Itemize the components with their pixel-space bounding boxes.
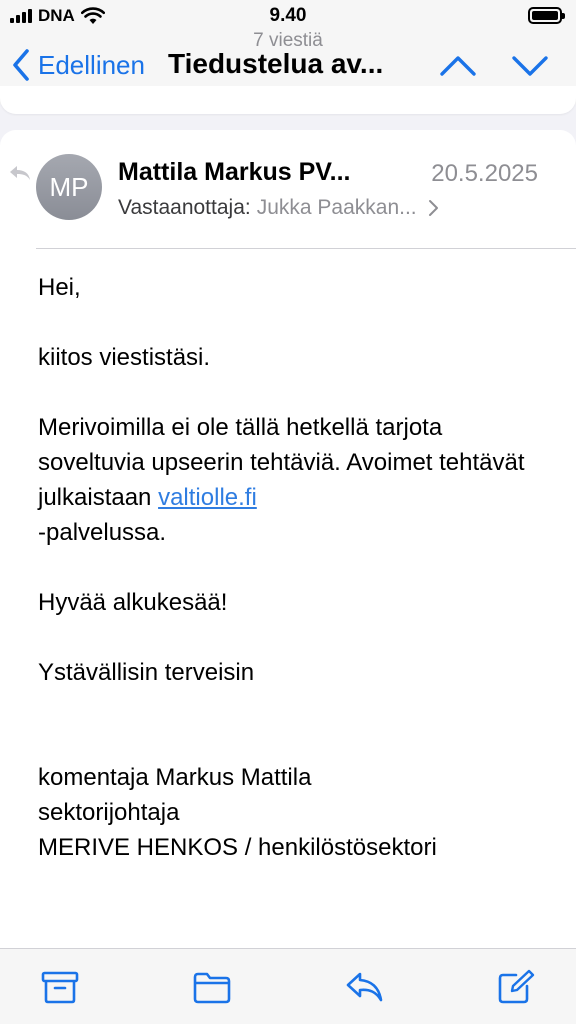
main-paragraph: Merivoimilla ei ole tällä hetkellä tarjo… xyxy=(38,410,538,550)
main-paragraph-end: -palvelussa. xyxy=(38,519,167,546)
folder-icon[interactable] xyxy=(192,969,232,1005)
message-date: 20.5.2025 xyxy=(431,160,538,187)
bottom-toolbar xyxy=(0,948,576,1024)
back-button[interactable]: Edellinen xyxy=(10,48,145,82)
battery-icon xyxy=(528,7,565,24)
message-card: MP Mattila Markus PV... 20.5.2025 Vastaa… xyxy=(0,130,576,970)
next-message-button[interactable] xyxy=(510,50,550,80)
avatar[interactable]: MP xyxy=(36,154,102,220)
recipient-row[interactable]: Vastaanottaja: Jukka Paakkan... xyxy=(118,196,439,220)
chevron-right-icon xyxy=(428,200,438,216)
recipient-value: Jukka Paakkan... xyxy=(256,196,417,219)
message-body: Hei, kiitos viestistäsi. Merivoimilla ei… xyxy=(38,270,538,865)
greeting: Hei, xyxy=(38,274,81,301)
signature: komentaja Markus Mattila sektorijohtaja … xyxy=(38,760,538,865)
thread-title: Tiedustelua av... xyxy=(168,48,384,79)
archive-icon[interactable] xyxy=(40,969,80,1005)
signature-title: sektorijohtaja xyxy=(38,799,180,826)
closing-line: Ystävällisin terveisin xyxy=(38,659,255,686)
main-paragraph-text: Merivoimilla ei ole tällä hetkellä tarjo… xyxy=(38,414,525,511)
chevron-left-icon xyxy=(13,49,29,81)
recipient-label: Vastaanottaja: xyxy=(118,196,251,219)
status-bar: DNA 9.40 xyxy=(0,0,576,34)
back-label: Edellinen xyxy=(38,49,145,80)
replied-icon xyxy=(10,166,30,180)
wish-line: Hyvää alkukesää! xyxy=(38,589,228,616)
previous-message-button[interactable] xyxy=(438,50,478,80)
compose-icon[interactable] xyxy=(496,969,536,1005)
header-divider xyxy=(36,248,576,249)
reply-icon[interactable] xyxy=(344,969,384,1005)
sender-name[interactable]: Mattila Markus PV... xyxy=(118,158,351,187)
valtiolle-link[interactable]: valtiolle.fi xyxy=(158,484,257,511)
signature-name: komentaja Markus Mattila xyxy=(38,764,312,791)
previous-message-card[interactable] xyxy=(0,86,576,114)
thanks-line: kiitos viestistäsi. xyxy=(38,344,211,371)
status-time: 9.40 xyxy=(269,5,307,26)
signature-unit: MERIVE HENKOS / henkilöstösektori xyxy=(38,834,437,861)
